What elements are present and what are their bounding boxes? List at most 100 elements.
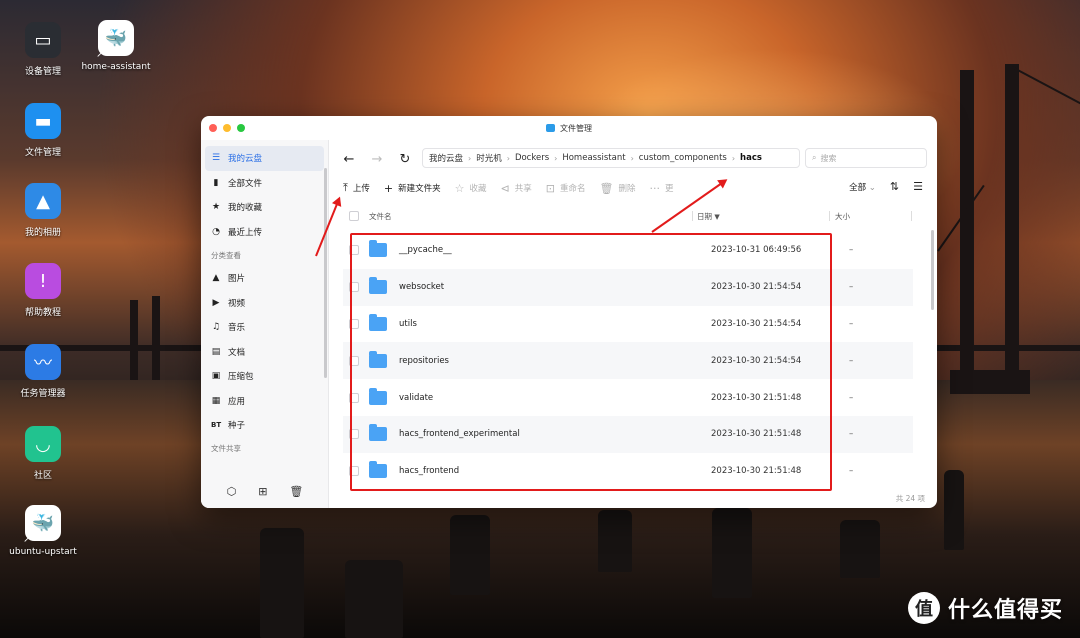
desktop-icon-help[interactable]: ! 帮助教程 <box>3 263 83 318</box>
toolbar: ⤒ 上传 + 新建文件夹 ☆ 收藏 ⊲ 共享 ⊡ 重命名 🗑 删除 ··· 更 … <box>329 178 937 198</box>
sidebar-item-all-files[interactable]: ▮ 全部文件 <box>201 171 328 196</box>
desktop-icon-label: 社区 <box>33 471 52 481</box>
desktop-icon-label: 文件管理 <box>24 148 61 158</box>
share-button[interactable]: ⊲ 共享 <box>501 182 532 195</box>
list-view-icon[interactable]: ☰ <box>913 180 923 193</box>
folder-icon: ▬ <box>25 103 61 139</box>
column-header-date[interactable]: 日期 ▼ <box>697 211 720 222</box>
desktop-icon-community[interactable]: ◡ 社区 <box>3 426 83 481</box>
minimize-window-button[interactable] <box>223 124 231 132</box>
sidebar-item-videos[interactable]: ▶ 视频 <box>201 291 328 316</box>
desktop-icon-label: 任务管理器 <box>20 389 66 399</box>
sharing-icon[interactable]: ⊞ <box>258 485 267 498</box>
chevron-down-icon: ⌄ <box>868 182 876 193</box>
star-icon: ★ <box>211 202 221 213</box>
highlight-box <box>350 233 832 491</box>
zhidemai-logo-icon: 值 <box>908 592 940 624</box>
plus-icon: + <box>383 181 394 195</box>
window-title-text: 文件管理 <box>560 123 592 133</box>
sidebar-item-label: 我的云盘 <box>228 154 263 165</box>
filter-dropdown[interactable]: 全部 ⌄ <box>849 181 876 193</box>
column-header-name[interactable]: 文件名 <box>369 211 392 222</box>
sidebar-bottom-actions: ⬡ ⊞ 🗑 <box>201 485 329 498</box>
sidebar-item-label: 我的收藏 <box>228 203 263 214</box>
new-folder-button[interactable]: + 新建文件夹 <box>384 182 441 195</box>
sidebar-item-recent-uploads[interactable]: ◔ 最近上传 <box>201 220 328 245</box>
desktop-icon-label: 设备管理 <box>24 67 61 77</box>
refresh-icon[interactable]: ↻ <box>391 152 419 167</box>
desktop-icon-ubuntu-upstart[interactable]: 🐳 ↗ ubuntu-upstart <box>3 505 83 557</box>
select-all-checkbox[interactable] <box>349 211 359 221</box>
smile-icon: ◡ <box>25 426 61 462</box>
search-input[interactable]: ⌕ 搜索 <box>805 148 927 168</box>
desktop-icon-photos[interactable]: ▲ 我的相册 <box>3 183 83 238</box>
pier-post <box>450 515 490 595</box>
column-divider[interactable] <box>829 211 830 221</box>
archive-icon: ▣ <box>211 371 221 382</box>
back-arrow-icon[interactable]: ← <box>335 152 363 167</box>
sidebar-item-favorites[interactable]: ★ 我的收藏 <box>201 195 328 220</box>
new-folder-label: 新建文件夹 <box>398 184 441 194</box>
watermark-text: 什么值得买 <box>948 598 1064 623</box>
desktop-icon-task-manager[interactable]: 〰 任务管理器 <box>3 344 83 399</box>
rename-label: 重命名 <box>559 184 586 194</box>
breadcrumb-item[interactable]: Dockers <box>515 153 549 163</box>
sort-icon[interactable]: ⇅ <box>890 180 899 193</box>
rename-icon: ⊡ <box>545 181 555 195</box>
column-divider[interactable] <box>911 211 912 221</box>
file-size: – <box>849 466 854 477</box>
desktop-icon-home-assistant[interactable]: 🐳 ↗ home-assistant <box>76 20 156 72</box>
breadcrumb-item[interactable]: 时光机 <box>476 152 502 164</box>
trash-icon[interactable]: 🗑 <box>289 485 303 498</box>
sidebar-scrollbar[interactable] <box>324 168 327 378</box>
forward-arrow-icon[interactable]: → <box>363 152 391 167</box>
upload-button[interactable]: ⤒ 上传 <box>343 181 370 195</box>
breadcrumb-item[interactable]: custom_components <box>639 153 727 163</box>
window-titlebar[interactable]: 文件管理 <box>201 116 937 140</box>
breadcrumb-item[interactable]: Homeassistant <box>562 153 625 163</box>
file-manager-icon <box>546 124 555 132</box>
pier-post <box>598 510 632 572</box>
file-size: – <box>849 429 854 440</box>
chevron-right-icon: › <box>554 153 558 163</box>
sidebar-item-music[interactable]: ♫ 音乐 <box>201 315 328 340</box>
pier-post <box>840 520 880 578</box>
column-header-size[interactable]: 大小 <box>835 211 850 222</box>
sidebar-item-label: 视频 <box>228 298 246 309</box>
column-header-date-label: 日期 <box>697 211 712 221</box>
sidebar-item-images[interactable]: ▲ 图片 <box>201 266 328 291</box>
search-icon: ⌕ <box>812 153 817 162</box>
file-list-scrollbar[interactable] <box>931 230 934 310</box>
sidebar-item-documents[interactable]: ▤ 文档 <box>201 340 328 365</box>
close-window-button[interactable] <box>209 124 217 132</box>
filter-label: 全部 <box>849 182 867 193</box>
cloud-drive-icon: ☰ <box>211 153 221 164</box>
clock-icon: ◔ <box>212 226 220 237</box>
chevron-right-icon: › <box>506 153 510 163</box>
file-size: – <box>849 282 854 293</box>
desktop-icon-device-manager[interactable]: ▭ 设备管理 <box>3 22 83 77</box>
bt-icon: BT <box>211 421 222 430</box>
desktop-icon-file-manager[interactable]: ▬ 文件管理 <box>3 103 83 158</box>
sidebar-section-title: 文件共享 <box>211 444 241 453</box>
maximize-window-button[interactable] <box>237 124 245 132</box>
file-size: – <box>849 318 854 329</box>
sidebar-item-apps[interactable]: ▦ 应用 <box>201 389 328 414</box>
sidebar-item-my-cloud[interactable]: ☰ 我的云盘 <box>205 146 324 171</box>
chevron-right-icon: › <box>468 153 472 163</box>
favorite-button[interactable]: ☆ 收藏 <box>455 182 487 195</box>
bridge-cable <box>1011 66 1080 120</box>
upload-icon: ⤒ <box>343 181 348 194</box>
settings-icon[interactable]: ⬡ <box>227 485 237 498</box>
sidebar-item-torrents[interactable]: BT 种子 <box>201 413 328 438</box>
shortcut-arrow-icon: ↗ <box>23 534 32 545</box>
more-button[interactable]: ··· 更 <box>649 182 673 195</box>
breadcrumb-item[interactable]: 我的云盘 <box>429 152 463 164</box>
desktop-icon-label: home-assistant <box>81 62 151 72</box>
column-divider[interactable] <box>692 211 693 221</box>
more-dots-icon: ··· <box>649 181 660 195</box>
delete-button[interactable]: 🗑 删除 <box>599 182 635 195</box>
sidebar-item-archives[interactable]: ▣ 压缩包 <box>201 364 328 389</box>
rename-button[interactable]: ⊡ 重命名 <box>546 182 586 195</box>
docker-whale-icon: 🐳 ↗ <box>96 20 134 60</box>
